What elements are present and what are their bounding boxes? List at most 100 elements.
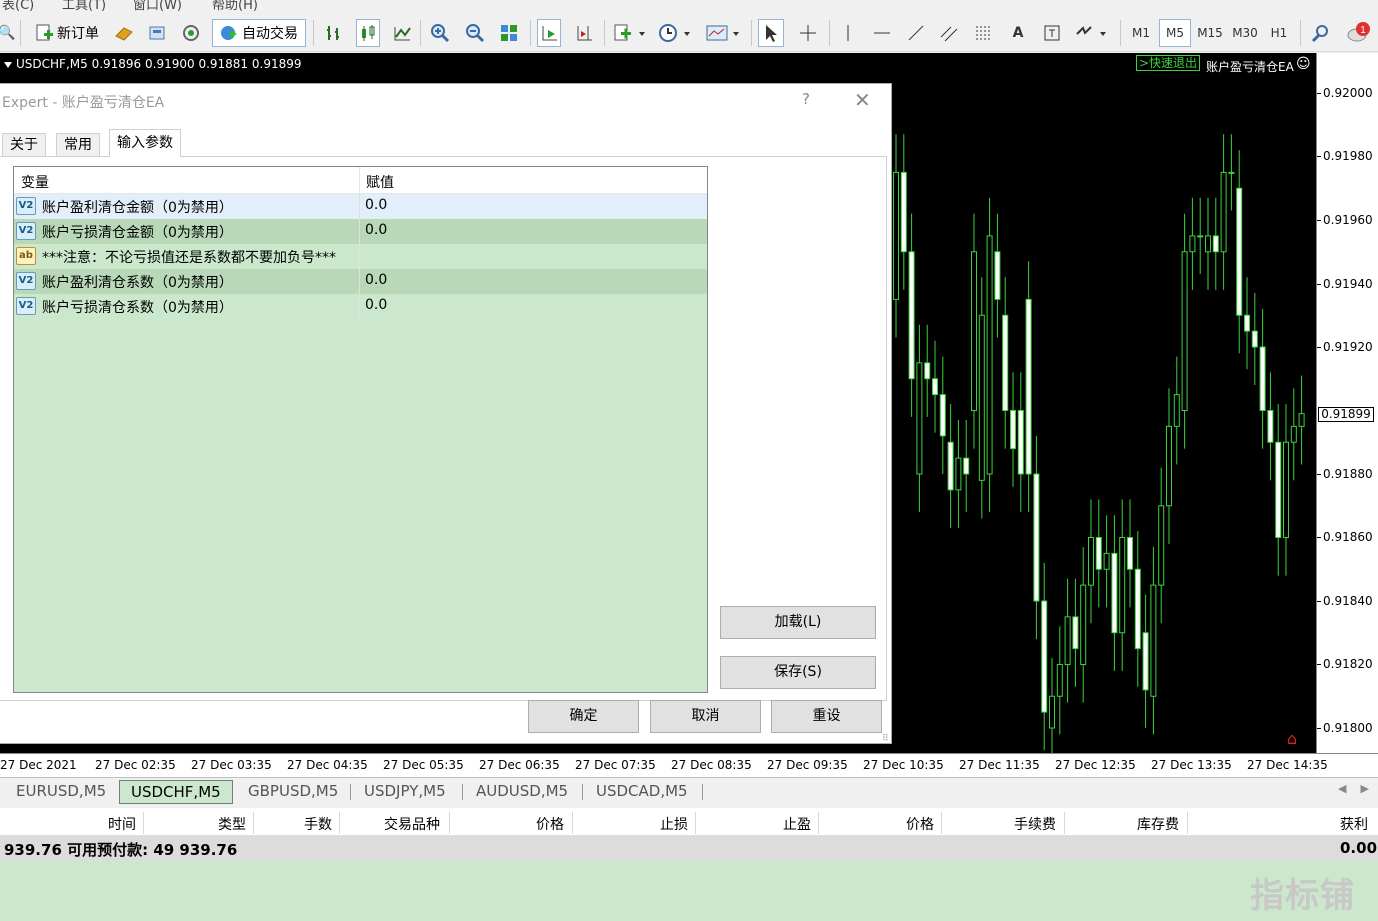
new-order-button[interactable]: 新订单 (28, 19, 106, 47)
param-row[interactable]: ab ***注意：不论亏损值还是系数都不要加负号*** (14, 244, 707, 269)
menu-item-tools[interactable]: 工具(T) (62, 0, 106, 13)
trendline-icon[interactable] (904, 19, 928, 47)
bull-candle (1080, 584, 1087, 665)
param-value[interactable]: 0.0 (365, 272, 387, 288)
zoom-out-icon[interactable] (463, 19, 487, 47)
current-price-label: 0.91899 (1318, 406, 1374, 422)
bull-candle (1173, 394, 1180, 427)
trade-column-header[interactable]: 价格 (906, 814, 934, 834)
save-button[interactable]: 保存(S) (720, 656, 876, 689)
chart-menu-triangle-icon[interactable] (4, 61, 12, 68)
candlestick-chart-icon[interactable] (356, 19, 380, 47)
help-button[interactable]: ? (802, 90, 810, 108)
timeframe-m15[interactable]: M15 (1193, 19, 1227, 47)
crosshair-icon[interactable] (795, 19, 821, 47)
signal-icon[interactable] (179, 19, 203, 47)
timeframe-m1[interactable]: M1 (1125, 19, 1157, 47)
search-icon[interactable] (1308, 19, 1332, 47)
param-value[interactable]: 0.0 (365, 197, 387, 213)
param-value[interactable]: 0.0 (365, 222, 387, 238)
tile-windows-icon[interactable] (497, 19, 521, 47)
param-value[interactable]: 0.0 (365, 297, 387, 313)
cancel-button[interactable]: 取消 (650, 700, 761, 733)
gold-bars-icon[interactable] (112, 19, 136, 47)
horizontal-line-icon[interactable] (870, 19, 894, 47)
bull-candle (1220, 171, 1227, 253)
quick-exit-button[interactable]: >快速退出 (1136, 55, 1201, 71)
indicators-dropdown-icon[interactable] (612, 19, 648, 47)
text-box-icon[interactable] (1040, 19, 1064, 47)
tab-scroll-arrows-icon[interactable]: ◀ ▶ (1338, 782, 1369, 795)
trade-column-header[interactable]: 库存费 (1137, 814, 1179, 834)
ok-button[interactable]: 确定 (528, 700, 639, 733)
timeframe-h1[interactable]: H1 (1263, 19, 1295, 47)
bear-candle (1236, 187, 1243, 316)
dialog-tabs: 关于 常用 输入参数 (0, 129, 892, 157)
column-header-value[interactable]: 赋值 (366, 172, 394, 192)
reset-button[interactable]: 重设 (771, 700, 882, 733)
tab-about[interactable]: 关于 (2, 133, 46, 157)
notification-icon[interactable]: 1 (1344, 19, 1374, 47)
equidistant-channel-icon[interactable] (937, 19, 961, 47)
trade-column-header[interactable]: 时间 (108, 814, 136, 834)
menu-item-help[interactable]: 帮助(H) (212, 0, 258, 13)
bull-candle (1205, 235, 1211, 253)
trade-column-header[interactable]: 手续费 (1014, 814, 1056, 834)
trade-column-header[interactable]: 类型 (218, 814, 246, 834)
param-name: 账户盈利清仓系数（0为禁用） (42, 275, 233, 291)
timeframe-m5[interactable]: M5 (1159, 19, 1191, 47)
load-button[interactable]: 加载(L) (720, 606, 876, 639)
line-chart-icon[interactable] (390, 19, 414, 47)
search-icon[interactable]: 🔍 (0, 19, 16, 47)
chart-shift-icon[interactable] (572, 19, 596, 47)
text-label-icon[interactable]: A (1006, 19, 1030, 47)
double-type-icon: V2 (16, 297, 36, 315)
param-row[interactable]: V2 账户亏损清仓金额（0为禁用） 0.0 (14, 219, 707, 244)
bear-candle (939, 394, 946, 437)
param-name: 账户亏损清仓系数（0为禁用） (42, 300, 233, 316)
bar-chart-icon[interactable] (322, 19, 346, 47)
time-axis[interactable]: 27 Dec 2021 27 Dec 02:35 27 Dec 03:35 27 De… (0, 753, 1378, 777)
trade-column-header[interactable]: 获利 (1340, 814, 1368, 834)
symbol-tab-eurusd[interactable]: EURUSD,M5 (16, 782, 106, 800)
auto-trading-button[interactable]: 自动交易 (212, 19, 306, 47)
param-row[interactable]: V2 账户盈利清仓金额（0为禁用） 0.0 (14, 194, 707, 219)
timeframe-m30[interactable]: M30 (1228, 19, 1262, 47)
column-header-variable[interactable]: 变量 (21, 172, 49, 192)
periods-dropdown-icon[interactable] (657, 19, 693, 47)
symbol-tab-usdchf[interactable]: USDCHF,M5 (119, 780, 233, 804)
close-button[interactable]: ✕ (854, 88, 871, 112)
balance-row: 939.76 可用预付款: 49 939.76 0.00 (0, 836, 1378, 861)
price-axis[interactable]: 0.92000 0.91980 0.91960 0.91940 0.91920 0.918… (1316, 53, 1378, 753)
param-row[interactable]: V2 账户盈利清仓系数（0为禁用） 0.0 (14, 269, 707, 294)
trade-column-header[interactable]: 交易品种 (384, 814, 440, 834)
library-icon[interactable] (145, 19, 169, 47)
menu-item-window[interactable]: 窗口(W) (133, 0, 182, 13)
tab-common[interactable]: 常用 (56, 133, 100, 157)
cursor-icon[interactable] (758, 19, 784, 47)
resize-grip-icon[interactable]: ⠿ (882, 734, 889, 744)
trade-column-header[interactable]: 止损 (660, 814, 688, 834)
zoom-in-icon[interactable] (428, 19, 452, 47)
trade-column-header[interactable]: 止盈 (783, 814, 811, 834)
vertical-line-icon[interactable] (836, 19, 860, 47)
bull-candle (1103, 552, 1110, 570)
symbol-tab-usdjpy[interactable]: USDJPY,M5 (364, 782, 446, 800)
broker-logo-icon: ⌂ (1287, 729, 1298, 748)
auto-scroll-icon[interactable] (537, 19, 561, 47)
trade-column-header[interactable]: 手数 (304, 814, 332, 834)
tab-inputs[interactable]: 输入参数 (109, 129, 181, 157)
symbol-tab-gbpusd[interactable]: GBPUSD,M5 (248, 782, 338, 800)
param-row[interactable]: V2 账户亏损清仓系数（0为禁用） 0.0 (14, 294, 707, 319)
price-tick-label: 0.92000 (1323, 86, 1373, 100)
fibonacci-icon[interactable] (972, 19, 996, 47)
menu-item-charts[interactable]: 表(C) (2, 0, 34, 13)
symbol-tab-audusd[interactable]: AUDUSD,M5 (476, 782, 568, 800)
arrows-dropdown-icon[interactable] (1073, 19, 1111, 47)
time-tick-label: 27 Dec 12:35 (1055, 758, 1136, 772)
chart-title-text: USDCHF,M5 0.91896 0.91900 0.91881 0.9189… (16, 57, 302, 71)
symbol-tab-usdcad[interactable]: USDCAD,M5 (596, 782, 688, 800)
templates-dropdown-icon[interactable] (704, 19, 742, 47)
param-name: 账户盈利清仓金额（0为禁用） (42, 200, 233, 216)
trade-column-header[interactable]: 价格 (536, 814, 564, 834)
